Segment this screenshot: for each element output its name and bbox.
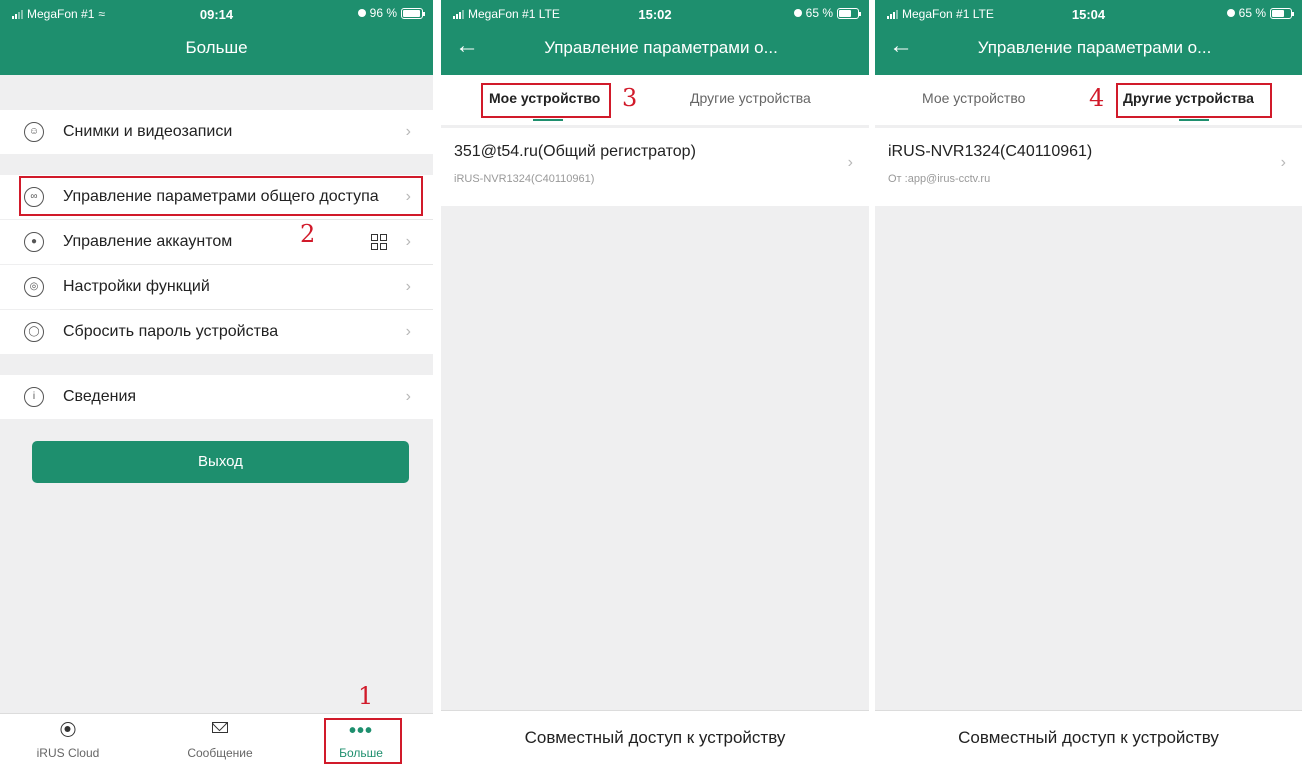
device-tabs: Мое устройство Другие устройства [441, 75, 869, 125]
battery-percent: 65 % [1238, 6, 1266, 20]
menu-item-label: Сбросить пароль устройства [63, 323, 279, 340]
tab-label: Сообщение [187, 746, 253, 760]
tab-my-device[interactable]: Мое устройство [489, 90, 600, 106]
menu-item-label: Снимки и видеозаписи [63, 123, 233, 140]
battery-info: 96 % [357, 6, 425, 20]
annotation-number-3: 3 [622, 84, 638, 112]
menu-item-account[interactable]: ● Управление аккаунтом › [0, 220, 433, 264]
status-bar: MegaFon #1 ≈ 09:14 96 % [0, 4, 433, 24]
logout-button[interactable]: Выход [32, 441, 409, 483]
menu-item-reset-password[interactable]: ◯ Сбросить пароль устройства › [0, 310, 433, 354]
battery-percent: 65 % [805, 6, 833, 20]
menu-item-snapshots[interactable]: ☺ Снимки и видеозаписи › [0, 110, 433, 154]
shared-access-button[interactable]: Совместный доступ к устройству [441, 710, 869, 764]
chevron-right-icon: › [405, 123, 411, 140]
device-list-item[interactable]: iRUS-NVR1324(C40110961) От :app@irus-cct… [875, 128, 1302, 206]
info-icon: i [24, 387, 44, 407]
cloud-icon [60, 722, 76, 737]
page-title: Больше [185, 38, 248, 57]
alarm-icon [357, 9, 366, 17]
menu-item-label: Управление аккаунтом [63, 233, 233, 250]
chevron-right-icon: › [847, 154, 853, 171]
chevron-right-icon: › [405, 233, 411, 250]
tab-other-devices[interactable]: Другие устройства [1123, 90, 1254, 106]
tab-other-devices[interactable]: Другие устройства [690, 90, 811, 106]
chevron-right-icon: › [405, 388, 411, 405]
device-title: iRUS-NVR1324(C40110961) [888, 143, 1093, 160]
tab-messages[interactable]: Сообщение [170, 714, 270, 764]
menu-item-info[interactable]: i Сведения › [0, 375, 433, 419]
mail-icon [212, 722, 228, 733]
annotation-number-1: 1 [358, 682, 374, 710]
qr-code-icon[interactable] [371, 234, 387, 250]
header: MegaFon #1 LTE 15:04 65 % ← Управление п… [875, 0, 1302, 75]
page-title: Управление параметрами о... [977, 38, 1212, 57]
device-list-item[interactable]: 351@t54.ru(Общий регистратор) iRUS-NVR13… [441, 128, 869, 206]
header: MegaFon #1 LTE 15:02 65 % ← Управление п… [441, 0, 869, 75]
tab-my-device[interactable]: Мое устройство [922, 90, 1025, 106]
chevron-right-icon: › [405, 323, 411, 340]
alarm-icon [1226, 9, 1235, 17]
menu-item-label: Управление параметрами общего доступа [63, 188, 379, 205]
reset-password-icon: ◯ [24, 322, 44, 342]
active-tab-indicator [1179, 119, 1209, 121]
device-subtitle: iRUS-NVR1324(C40110961) [454, 173, 595, 185]
menu-item-share-settings[interactable]: ∞ Управление параметрами общего доступа … [0, 175, 433, 219]
shared-access-button[interactable]: Совместный доступ к устройству [875, 710, 1302, 764]
share-settings-icon: ∞ [24, 187, 44, 207]
account-icon: ● [24, 232, 44, 252]
chevron-right-icon: › [405, 278, 411, 295]
tab-more[interactable]: ••• Больше [311, 714, 411, 764]
share-settings-my-device-screen: MegaFon #1 LTE 15:02 65 % ← Управление п… [441, 0, 869, 764]
status-bar: MegaFon #1 LTE 15:02 65 % [441, 4, 869, 24]
menu-item-function-settings[interactable]: ◎ Настройки функций › [0, 265, 433, 309]
menu-item-label: Сведения [63, 388, 137, 405]
battery-info: 65 % [1226, 6, 1294, 20]
tab-label: Больше [339, 746, 383, 760]
chevron-right-icon: › [1280, 154, 1286, 171]
annotation-number-2: 2 [300, 220, 316, 248]
photo-video-icon: ☺ [24, 122, 44, 142]
chevron-right-icon: › [405, 188, 411, 205]
page-title: Управление параметрами о... [544, 38, 778, 57]
more-dots-icon: ••• [348, 720, 374, 742]
battery-icon [837, 7, 861, 19]
bottom-tab-bar: iRUS Cloud Сообщение ••• Больше [0, 713, 433, 764]
annotation-number-4: 4 [1089, 84, 1105, 112]
device-subtitle: От :app@irus-cctv.ru [888, 173, 991, 185]
menu-item-label: Настройки функций [63, 278, 210, 295]
battery-info: 65 % [793, 6, 861, 20]
status-bar: MegaFon #1 LTE 15:04 65 % [875, 4, 1302, 24]
battery-icon [1270, 7, 1294, 19]
function-settings-icon: ◎ [24, 277, 44, 297]
share-settings-other-devices-screen: MegaFon #1 LTE 15:04 65 % ← Управление п… [875, 0, 1302, 764]
device-title: 351@t54.ru(Общий регистратор) [454, 143, 696, 160]
header: MegaFon #1 ≈ 09:14 96 % Больше [0, 0, 433, 75]
alarm-icon [793, 9, 802, 17]
battery-percent: 96 % [369, 6, 397, 20]
active-tab-indicator [533, 119, 563, 121]
battery-icon [401, 7, 425, 19]
more-screen: MegaFon #1 ≈ 09:14 96 % Больше ☺ Снимки … [0, 0, 433, 764]
tab-irus-cloud[interactable]: iRUS Cloud [18, 714, 118, 764]
tab-label: iRUS Cloud [36, 746, 100, 760]
